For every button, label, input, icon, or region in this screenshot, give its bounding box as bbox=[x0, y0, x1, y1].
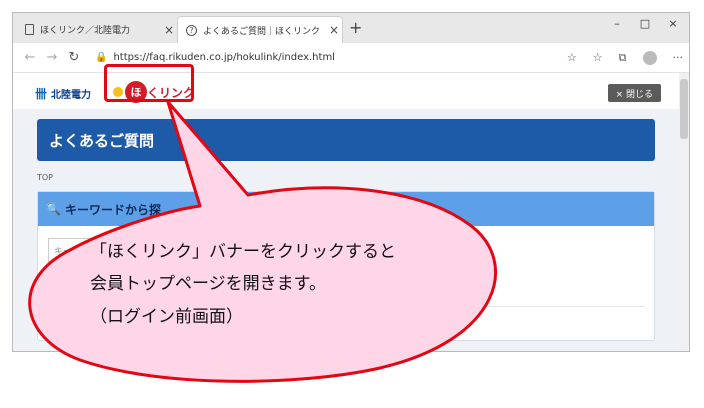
tab-hokulink[interactable]: ほくリンク／北陸電力 × bbox=[17, 16, 177, 43]
window-close-button[interactable]: × bbox=[663, 17, 683, 30]
hokuriku-logo[interactable]: 卌 北陸電力 bbox=[35, 85, 91, 102]
toolbar-icons: ☆ ☆ ⧉ ··· bbox=[567, 51, 683, 65]
search-heading-text: キーワードから探 bbox=[64, 202, 161, 217]
scrollbar[interactable] bbox=[679, 73, 689, 351]
new-tab-button[interactable]: + bbox=[349, 18, 362, 37]
forward-icon[interactable]: → bbox=[41, 50, 63, 65]
page-title: よくあるご質問 bbox=[37, 119, 655, 161]
tab-close-icon[interactable]: × bbox=[161, 23, 177, 37]
favorite-star-icon[interactable]: ☆ bbox=[567, 51, 577, 65]
search-heading: 🔍 キーワードから探 bbox=[38, 192, 654, 226]
breadcrumb[interactable]: TOP bbox=[37, 173, 53, 182]
url-field[interactable]: https://faq.rikuden.co.jp/hokulink/index… bbox=[113, 52, 335, 63]
help-icon: ? bbox=[186, 24, 197, 36]
tab-faq[interactable]: ? よくあるご質問｜ほくリンク × bbox=[177, 16, 343, 43]
logo-text: 北陸電力 bbox=[51, 90, 92, 101]
document-icon bbox=[25, 24, 34, 35]
refresh-icon[interactable]: ↻ bbox=[63, 50, 85, 65]
tab-bar: ほくリンク／北陸電力 × ? よくあるご質問｜ほくリンク × + – □ × bbox=[13, 13, 689, 43]
collections-icon[interactable]: ⧉ bbox=[619, 51, 627, 65]
profile-avatar[interactable] bbox=[642, 51, 657, 65]
callout-line-1: 「ほくリンク」バナーをクリックすると bbox=[90, 242, 396, 262]
hokuriku-mark-icon: 卌 bbox=[35, 87, 48, 101]
more-icon[interactable]: ··· bbox=[673, 51, 684, 65]
callout-line-3: （ログイン前画面） bbox=[90, 306, 243, 327]
lock-icon: 🔒 bbox=[95, 52, 108, 63]
search-icon: 🔍 bbox=[46, 202, 61, 216]
close-button[interactable]: × 閉じる bbox=[607, 84, 661, 102]
minimize-button[interactable]: – bbox=[607, 17, 627, 30]
banner-highlight-box bbox=[104, 64, 194, 102]
callout-line-2: 会員トップページを開きます。 bbox=[90, 274, 326, 295]
scrollbar-thumb[interactable] bbox=[680, 79, 688, 139]
maximize-button[interactable]: □ bbox=[635, 17, 655, 30]
tab-close-icon[interactable]: × bbox=[326, 23, 342, 37]
back-icon[interactable]: ← bbox=[19, 50, 41, 65]
tab-title: ほくリンク／北陸電力 bbox=[40, 26, 131, 36]
tab-title: よくあるご質問｜ほくリンク bbox=[203, 26, 321, 37]
screenshot: ほくリンク／北陸電力 × ? よくあるご質問｜ほくリンク × + – □ × ←… bbox=[0, 0, 704, 408]
callout-text: 「ほくリンク」バナーをクリックすると 会員トップページを開きます。 （ログイン前… bbox=[90, 236, 470, 333]
favorites-icon[interactable]: ☆ bbox=[593, 51, 603, 65]
